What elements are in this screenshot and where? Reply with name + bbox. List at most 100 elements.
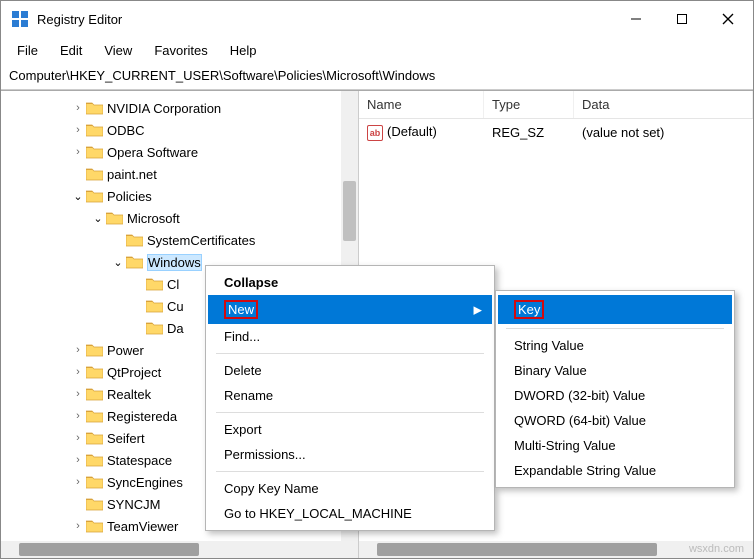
- menu-edit[interactable]: Edit: [50, 39, 92, 62]
- folder-icon: [86, 453, 103, 467]
- folder-icon: [86, 409, 103, 423]
- chevron-down-icon[interactable]: ⌄: [71, 190, 85, 203]
- menu-item-export[interactable]: Export: [208, 417, 492, 442]
- menu-item-new[interactable]: New▶: [208, 295, 492, 324]
- folder-icon: [106, 211, 123, 225]
- column-name[interactable]: Name: [359, 91, 484, 118]
- chevron-right-icon[interactable]: ›: [71, 366, 85, 378]
- address-bar[interactable]: Computer\HKEY_CURRENT_USER\Software\Poli…: [1, 64, 753, 90]
- tree-item[interactable]: › Opera Software: [1, 141, 358, 163]
- tree-label[interactable]: Statespace: [107, 453, 172, 468]
- menu-item-key[interactable]: Key: [498, 295, 732, 324]
- chevron-right-icon[interactable]: ›: [71, 432, 85, 444]
- folder-icon: [126, 233, 143, 247]
- tree-label[interactable]: TeamViewer: [107, 519, 178, 534]
- chevron-right-icon[interactable]: ›: [71, 410, 85, 422]
- cell-name: ab(Default): [359, 121, 484, 144]
- tree-label[interactable]: SYNCJM: [107, 497, 160, 512]
- tree-label[interactable]: paint.net: [107, 167, 157, 182]
- menu-favorites[interactable]: Favorites: [144, 39, 217, 62]
- chevron-right-icon[interactable]: ›: [71, 124, 85, 136]
- tree-label[interactable]: Seifert: [107, 431, 145, 446]
- menu-item-dword-32-bit-value[interactable]: DWORD (32-bit) Value: [498, 383, 732, 408]
- menu-item-expandable-string-value[interactable]: Expandable String Value: [498, 458, 732, 483]
- folder-icon: [86, 167, 103, 181]
- tree-item[interactable]: › ODBC: [1, 119, 358, 141]
- column-type[interactable]: Type: [484, 91, 574, 118]
- folder-icon: [126, 255, 143, 269]
- menubar: File Edit View Favorites Help: [1, 37, 753, 64]
- tree-scrollbar-h[interactable]: [1, 541, 358, 558]
- folder-icon: [86, 431, 103, 445]
- maximize-button[interactable]: [659, 3, 705, 35]
- close-button[interactable]: [705, 3, 751, 35]
- chevron-right-icon[interactable]: ›: [71, 476, 85, 488]
- tree-item[interactable]: › NVIDIA Corporation: [1, 97, 358, 119]
- tree-item[interactable]: ⌄ Microsoft: [1, 207, 358, 229]
- menu-help[interactable]: Help: [220, 39, 267, 62]
- folder-icon: [86, 365, 103, 379]
- menu-view[interactable]: View: [94, 39, 142, 62]
- context-menu[interactable]: CollapseNew▶Find... DeleteRename ExportPer…: [205, 265, 495, 531]
- folder-icon: [86, 519, 103, 533]
- folder-icon: [146, 277, 163, 291]
- string-value-icon: ab: [367, 125, 383, 141]
- menu-item-find[interactable]: Find...: [208, 324, 492, 349]
- tree-label[interactable]: Opera Software: [107, 145, 198, 160]
- menu-item-rename[interactable]: Rename: [208, 383, 492, 408]
- folder-icon: [86, 497, 103, 511]
- menu-item-go-to-hkey-local-machine[interactable]: Go to HKEY_LOCAL_MACHINE: [208, 501, 492, 526]
- tree-item[interactable]: paint.net: [1, 163, 358, 185]
- tree-label[interactable]: Policies: [107, 189, 152, 204]
- menu-separator: [506, 328, 724, 329]
- chevron-right-icon[interactable]: ›: [71, 102, 85, 114]
- menu-item-string-value[interactable]: String Value: [498, 333, 732, 358]
- folder-icon: [86, 101, 103, 115]
- tree-label[interactable]: Microsoft: [127, 211, 180, 226]
- minimize-button[interactable]: [613, 3, 659, 35]
- folder-icon: [86, 123, 103, 137]
- list-header[interactable]: Name Type Data: [359, 91, 753, 119]
- tree-label[interactable]: SyncEngines: [107, 475, 183, 490]
- chevron-down-icon[interactable]: ⌄: [91, 212, 105, 225]
- menu-item-qword-64-bit-value[interactable]: QWORD (64-bit) Value: [498, 408, 732, 433]
- tree-label[interactable]: Power: [107, 343, 144, 358]
- tree-label[interactable]: NVIDIA Corporation: [107, 101, 221, 116]
- tree-label[interactable]: Cu: [167, 299, 184, 314]
- menu-item-binary-value[interactable]: Binary Value: [498, 358, 732, 383]
- chevron-right-icon[interactable]: ›: [71, 520, 85, 532]
- column-data[interactable]: Data: [574, 91, 753, 118]
- tree-label[interactable]: Registereda: [107, 409, 177, 424]
- menu-item-multi-string-value[interactable]: Multi-String Value: [498, 433, 732, 458]
- tree-item[interactable]: SystemCertificates: [1, 229, 358, 251]
- tree-label[interactable]: SystemCertificates: [147, 233, 255, 248]
- tree-item[interactable]: ⌄ Policies: [1, 185, 358, 207]
- tree-label[interactable]: Cl: [167, 277, 179, 292]
- chevron-right-icon[interactable]: ›: [71, 454, 85, 466]
- folder-icon: [146, 299, 163, 313]
- tree-label[interactable]: Windows: [147, 254, 202, 271]
- tree-label[interactable]: ODBC: [107, 123, 145, 138]
- menu-item-collapse[interactable]: Collapse: [208, 270, 492, 295]
- submenu-arrow-icon: ▶: [474, 303, 482, 316]
- tree-label[interactable]: Da: [167, 321, 184, 336]
- tree-label[interactable]: Realtek: [107, 387, 151, 402]
- menu-file[interactable]: File: [7, 39, 48, 62]
- menu-separator: [216, 353, 484, 354]
- folder-icon: [146, 321, 163, 335]
- menu-item-permissions[interactable]: Permissions...: [208, 442, 492, 467]
- chevron-right-icon[interactable]: ›: [71, 344, 85, 356]
- list-row[interactable]: ab(Default) REG_SZ (value not set): [359, 119, 753, 146]
- folder-icon: [86, 189, 103, 203]
- regedit-icon: [11, 10, 29, 28]
- chevron-right-icon[interactable]: ›: [71, 388, 85, 400]
- tree-label[interactable]: QtProject: [107, 365, 161, 380]
- chevron-down-icon[interactable]: ⌄: [111, 256, 125, 269]
- window-title: Registry Editor: [37, 12, 613, 27]
- menu-item-delete[interactable]: Delete: [208, 358, 492, 383]
- submenu-new[interactable]: Key String ValueBinary ValueDWORD (32-bit…: [495, 290, 735, 488]
- chevron-right-icon[interactable]: ›: [71, 146, 85, 158]
- cell-type: REG_SZ: [484, 122, 574, 143]
- menu-item-copy-key-name[interactable]: Copy Key Name: [208, 476, 492, 501]
- folder-icon: [86, 475, 103, 489]
